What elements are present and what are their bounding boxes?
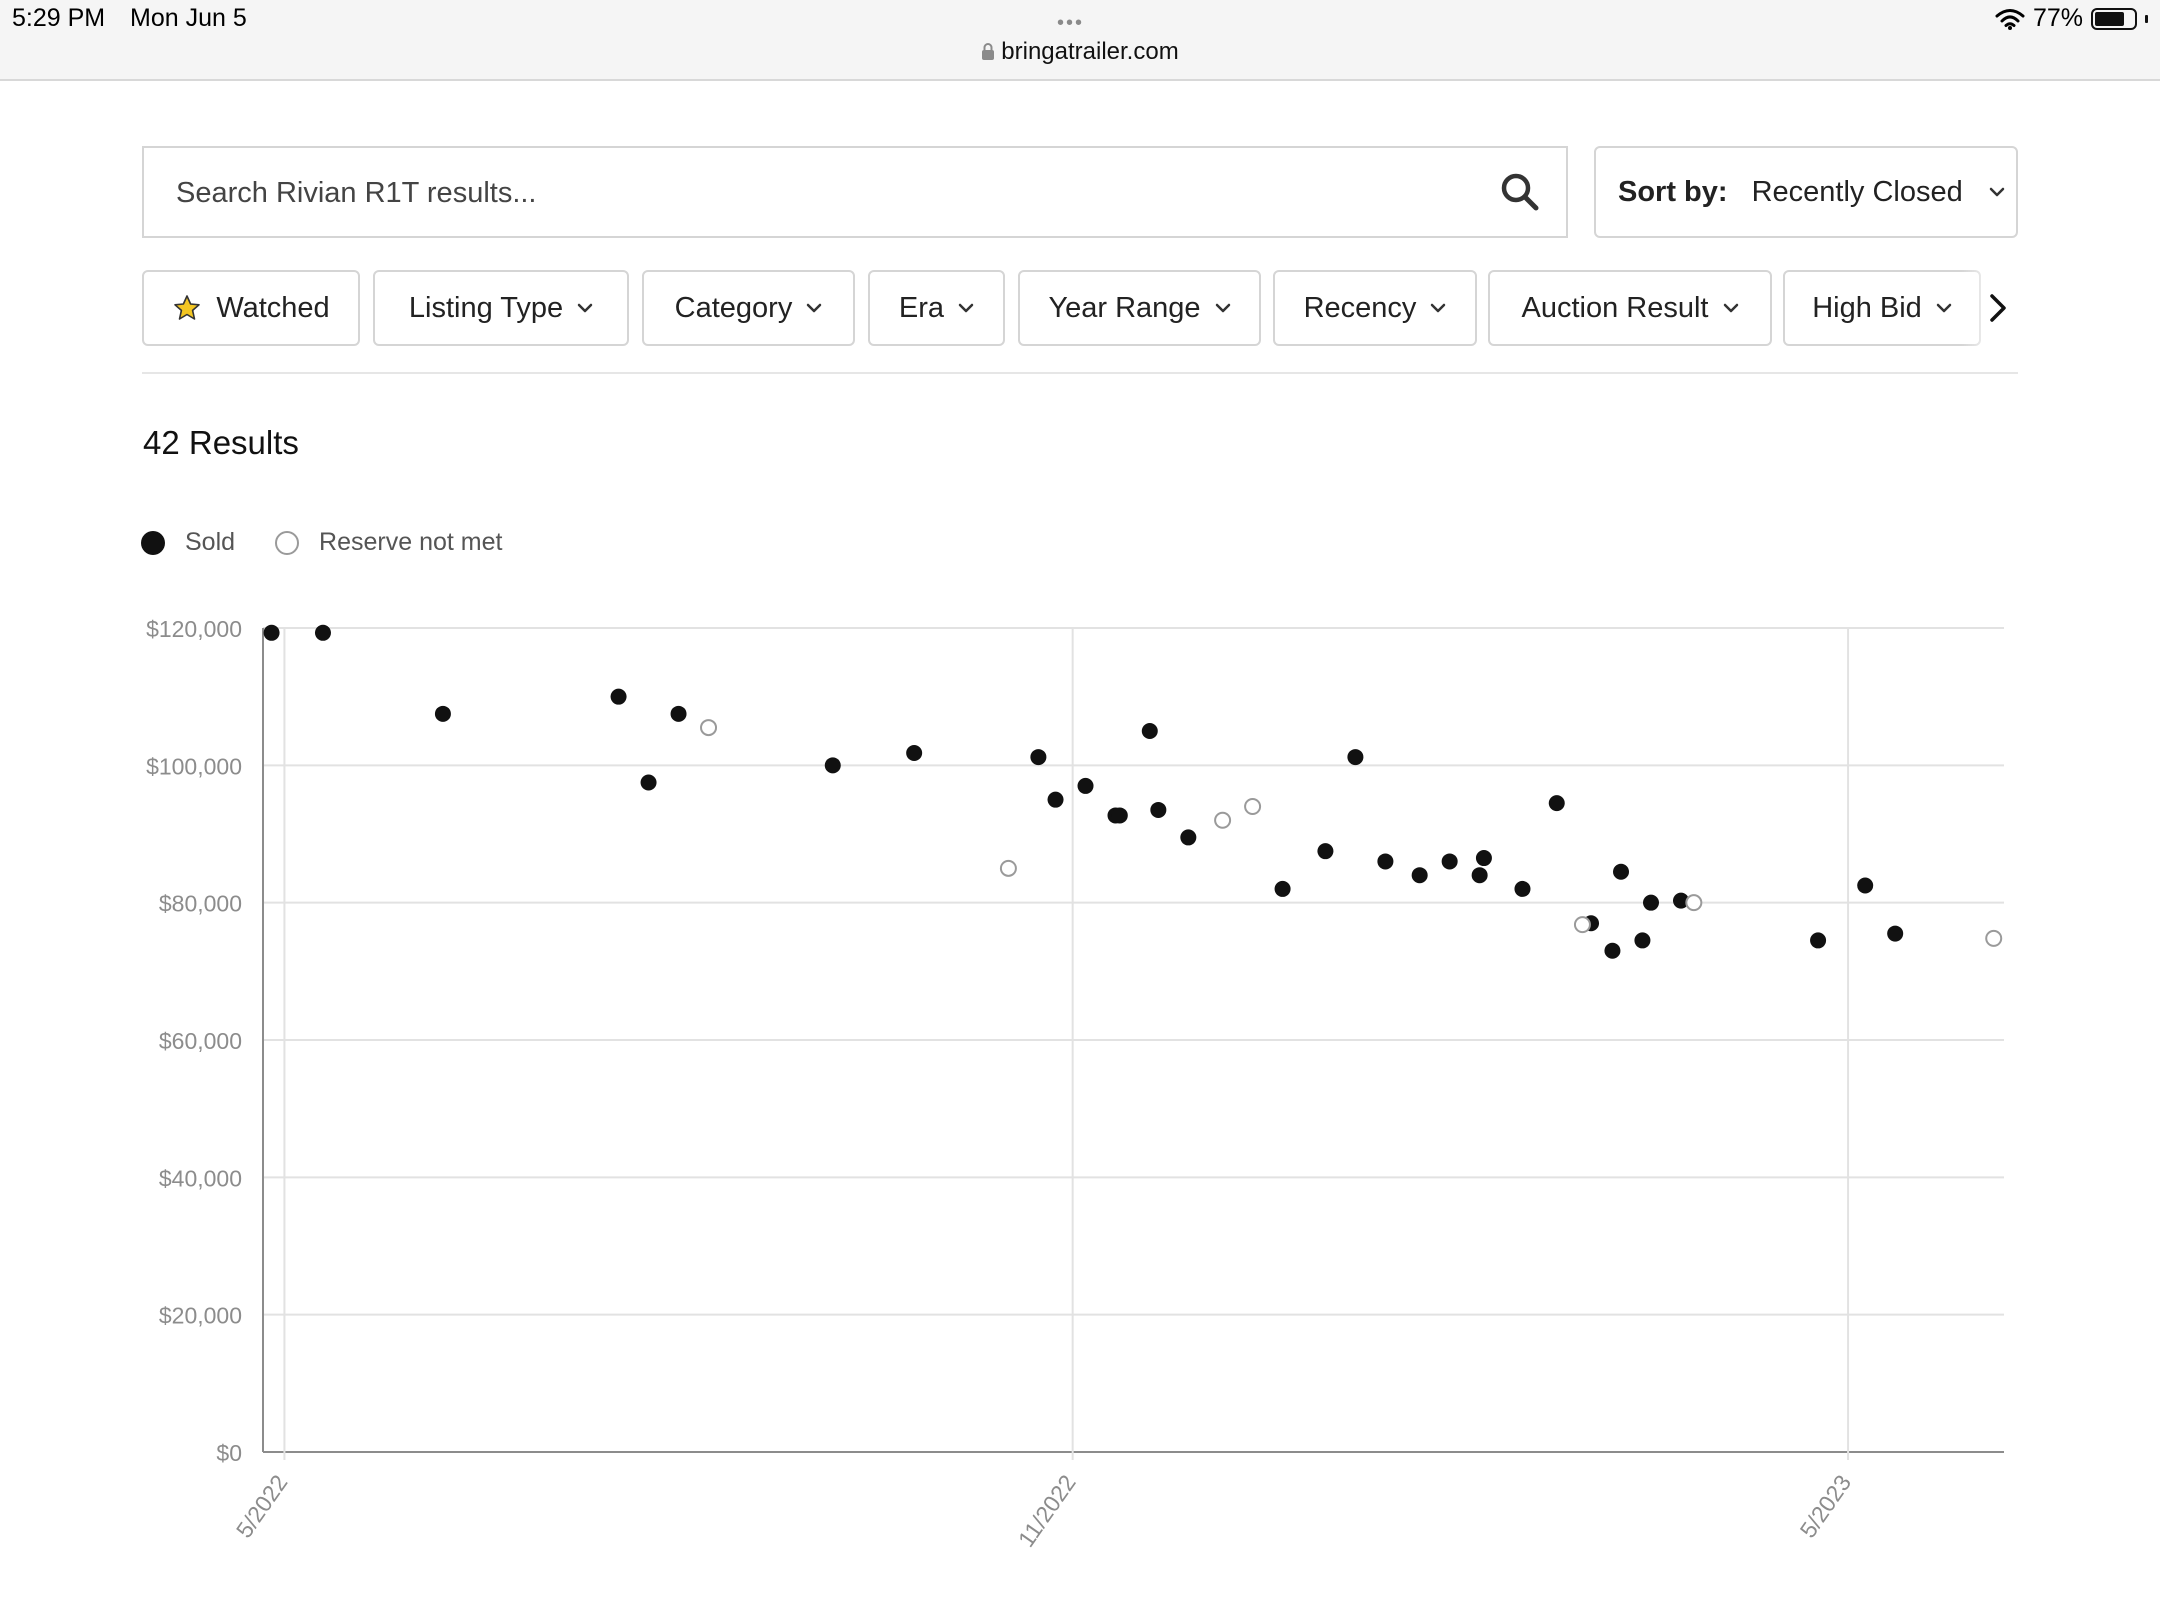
sold-point (1347, 749, 1364, 766)
sold-point (1150, 801, 1167, 818)
sold-point (1030, 749, 1047, 766)
reserve-not-met-point (700, 719, 718, 737)
sold-point (824, 757, 841, 774)
sold-point (1548, 795, 1565, 812)
sold-point (906, 744, 923, 761)
sold-point (1810, 932, 1827, 949)
reserve-not-met-point (1214, 811, 1232, 829)
sold-point (1514, 880, 1531, 897)
reserve-not-met-point (1244, 798, 1262, 816)
reserve-not-met-point (1985, 929, 2003, 947)
y-tick-label: $80,000 (159, 891, 242, 917)
x-tick-label: 11/2022 (1013, 1470, 1081, 1552)
sold-point (1111, 807, 1128, 824)
sold-point (263, 624, 280, 641)
sold-point (1317, 843, 1334, 860)
x-tick-label: 5/2022 (231, 1470, 293, 1543)
y-tick-label: $60,000 (159, 1028, 242, 1054)
y-tick-label: $100,000 (146, 753, 242, 779)
sold-point (314, 624, 331, 641)
sold-point (670, 705, 687, 722)
sold-point (610, 688, 627, 705)
sold-point (434, 705, 451, 722)
sold-point (1441, 853, 1458, 870)
reserve-not-met-point (1685, 894, 1703, 912)
sold-point (1411, 867, 1428, 884)
y-tick-label: $120,000 (146, 616, 242, 642)
sold-point (1274, 880, 1291, 897)
reserve-not-met-point (1573, 916, 1591, 934)
y-tick-label: $40,000 (159, 1165, 242, 1191)
sold-point (1613, 863, 1630, 880)
sold-point (1077, 777, 1094, 794)
y-tick-label: $0 (216, 1440, 242, 1466)
x-tick-label: 5/2023 (1795, 1470, 1857, 1543)
y-tick-label: $20,000 (159, 1303, 242, 1329)
sold-point (1643, 894, 1659, 911)
sold-point (1377, 853, 1394, 870)
sold-point (1141, 723, 1158, 739)
sold-point (1604, 942, 1621, 959)
sold-point (1475, 850, 1492, 867)
sold-point (1047, 791, 1064, 808)
sold-point (1857, 877, 1874, 894)
reserve-not-met-point (999, 859, 1017, 877)
sold-point (1634, 932, 1651, 949)
sold-point (1471, 867, 1488, 884)
sold-point (640, 774, 657, 791)
price-scatter-chart: $0 $20,000 $40,000 $60,000 $80,000 $100,000 $1… (146, 616, 2004, 1552)
sold-point (1180, 829, 1197, 846)
sold-point (1887, 925, 1904, 942)
